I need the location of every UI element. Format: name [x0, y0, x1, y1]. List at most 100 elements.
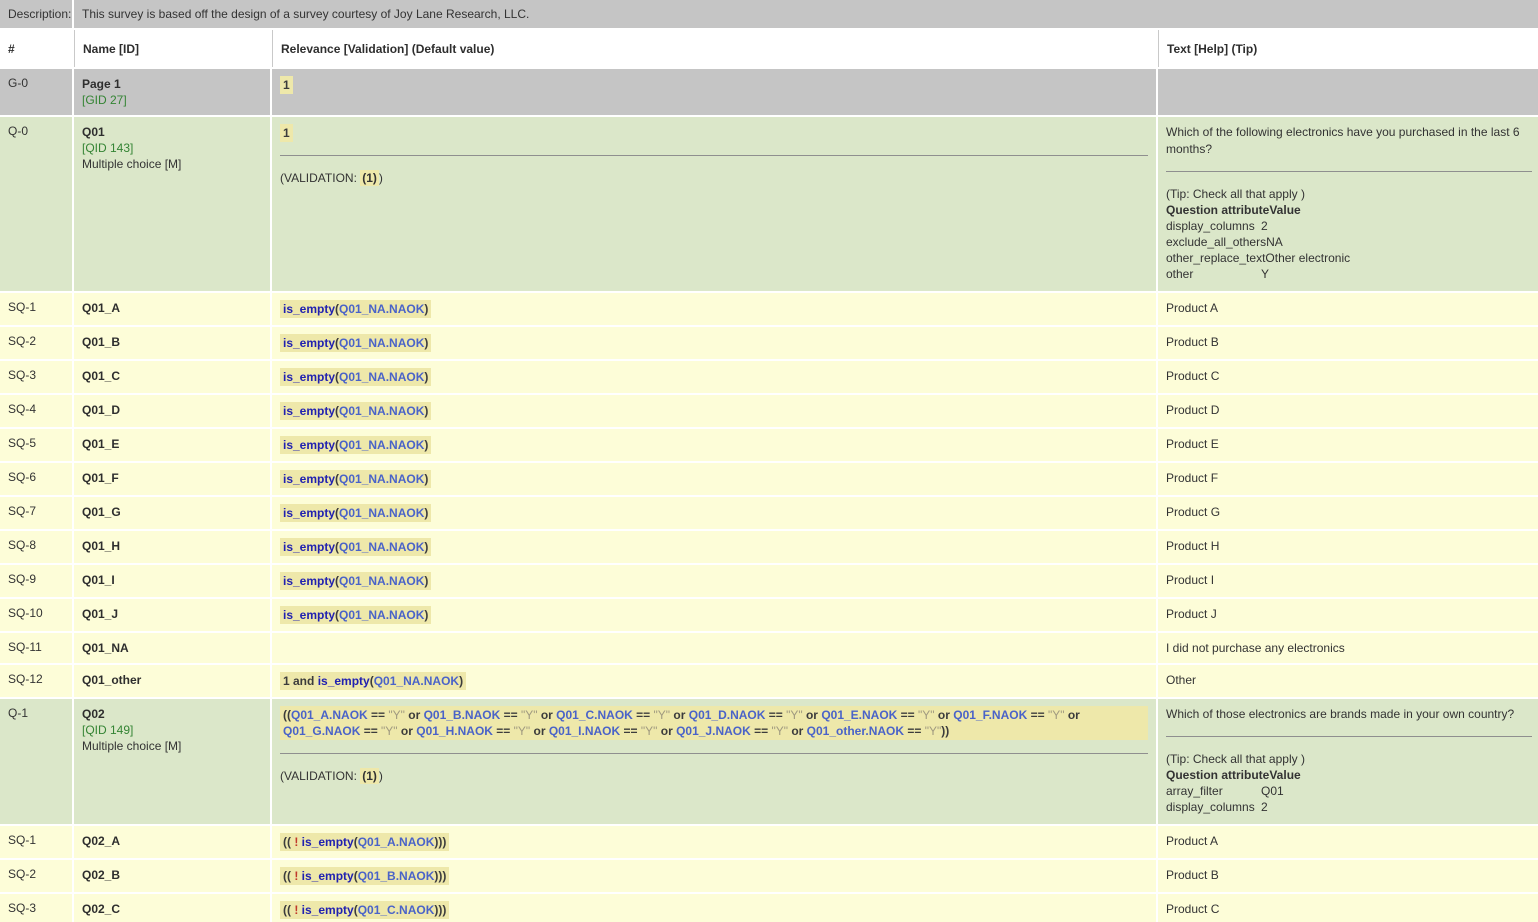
survey-logic-page: Description: This survey is based off th…	[0, 0, 1538, 922]
name-cell: Q01_F	[74, 463, 270, 495]
operator-token: 1	[283, 78, 290, 92]
attribute-row: exclude_all_othersNA	[1166, 234, 1532, 250]
operator-token: or	[405, 708, 424, 722]
function-token[interactable]: is_empty	[283, 540, 335, 554]
variable-token[interactable]: Q01_I.NAOK	[549, 724, 620, 738]
variable-token[interactable]: Q01_NA.NAOK	[339, 302, 424, 316]
question-id-link[interactable]: [QID 143]	[82, 140, 262, 156]
text-cell: Product H	[1158, 531, 1538, 563]
operator-token: )	[424, 438, 428, 452]
operator-token: or	[537, 708, 556, 722]
function-token[interactable]: is_empty	[283, 608, 335, 622]
variable-token[interactable]: Q01_C.NAOK	[556, 708, 633, 722]
variable-token[interactable]: Q01_C.NAOK	[358, 903, 435, 917]
text-cell: Other	[1158, 665, 1538, 697]
attribute-value: 2	[1261, 800, 1268, 814]
relevance-expression: is_empty(Q01_NA.NAOK)	[280, 402, 431, 420]
question-id-link[interactable]: [GID 27]	[82, 92, 262, 108]
operator-token: ((	[283, 708, 291, 722]
name-cell: Q01_D	[74, 395, 270, 427]
question-id-link[interactable]: [QID 149]	[82, 722, 262, 738]
relevance-expression: 1 and is_empty(Q01_NA.NAOK)	[280, 672, 466, 690]
variable-token[interactable]: Q01_NA.NAOK	[339, 574, 424, 588]
function-token[interactable]: is_empty	[318, 674, 370, 688]
relevance-expression: is_empty(Q01_NA.NAOK)	[280, 470, 431, 488]
variable-token[interactable]: Q01_G.NAOK	[283, 724, 360, 738]
question-code: Q01_J	[82, 606, 262, 622]
validation-value: (1)	[360, 768, 379, 784]
variable-token[interactable]: Q01_NA.NAOK	[339, 608, 424, 622]
question-text: Which of those electronics are brands ma…	[1166, 706, 1532, 723]
function-token[interactable]: is_empty	[302, 903, 354, 917]
attribute-header-name: Question attribute	[1166, 202, 1269, 218]
variable-token[interactable]: Q01_D.NAOK	[689, 708, 766, 722]
table-row: SQ-4Q01_Dis_empty(Q01_NA.NAOK)Product D	[0, 395, 1538, 427]
function-token[interactable]: is_empty	[283, 438, 335, 452]
subquestion-text: Product B	[1166, 334, 1532, 350]
variable-token[interactable]: Q01_NA.NAOK	[339, 438, 424, 452]
variable-token[interactable]: Q01_B.NAOK	[424, 708, 501, 722]
name-cell: Q01_G	[74, 497, 270, 529]
variable-token[interactable]: Q01_B.NAOK	[358, 869, 435, 883]
variable-token[interactable]: Q01_NA.NAOK	[339, 404, 424, 418]
attribute-value: Q01	[1261, 784, 1284, 798]
question-code: Q01_A	[82, 300, 262, 316]
variable-token[interactable]: Q01_NA.NAOK	[339, 506, 424, 520]
operator-token: ==	[500, 708, 521, 722]
question-code: Page 1	[82, 76, 262, 92]
relevance-cell: is_empty(Q01_NA.NAOK)	[272, 565, 1156, 597]
function-token[interactable]: is_empty	[283, 302, 335, 316]
function-token[interactable]: is_empty	[283, 506, 335, 520]
row-number: SQ-1	[0, 293, 72, 325]
string-token: "Y"	[918, 708, 935, 722]
variable-token[interactable]: Q01_A.NAOK	[358, 835, 435, 849]
relevance-expression: is_empty(Q01_NA.NAOK)	[280, 606, 431, 624]
string-token: "Y"	[388, 708, 405, 722]
function-token[interactable]: is_empty	[283, 336, 335, 350]
variable-token[interactable]: Q01_NA.NAOK	[339, 370, 424, 384]
operator-token: ==	[897, 708, 918, 722]
function-token[interactable]: is_empty	[302, 835, 354, 849]
relevance-separator	[280, 753, 1148, 754]
question-code: Q01	[82, 124, 262, 140]
operator-token: )	[424, 472, 428, 486]
string-token: "Y"	[521, 708, 538, 722]
variable-token[interactable]: Q01_J.NAOK	[676, 724, 751, 738]
relevance-expression: ((Q01_A.NAOK == "Y" or Q01_B.NAOK == "Y"…	[280, 706, 1148, 740]
variable-token[interactable]: Q01_NA.NAOK	[339, 472, 424, 486]
relevance-cell: 1(VALIDATION: (1))	[272, 117, 1156, 291]
function-token[interactable]: is_empty	[283, 370, 335, 384]
attribute-table-header: Question attributeValue	[1166, 767, 1532, 783]
name-cell: Q01_B	[74, 327, 270, 359]
operator-token: ==	[360, 724, 381, 738]
operator-token: 1 and	[283, 674, 318, 688]
variable-token[interactable]: Q01_A.NAOK	[291, 708, 368, 722]
attribute-name: display_columns	[1166, 799, 1261, 815]
operator-token: ((	[283, 903, 294, 917]
attribute-header-value: Value	[1269, 203, 1300, 217]
function-token[interactable]: is_empty	[283, 472, 335, 486]
variable-token[interactable]: Q01_NA.NAOK	[374, 674, 459, 688]
variable-token[interactable]: Q01_NA.NAOK	[339, 540, 424, 554]
attribute-value: Y	[1261, 267, 1269, 281]
attribute-header-name: Question attribute	[1166, 767, 1269, 783]
function-token[interactable]: is_empty	[283, 574, 335, 588]
variable-token[interactable]: Q01_NA.NAOK	[339, 336, 424, 350]
row-number: G-0	[0, 69, 72, 115]
relevance-cell: is_empty(Q01_NA.NAOK)	[272, 429, 1156, 461]
variable-token[interactable]: Q01_F.NAOK	[953, 708, 1027, 722]
attribute-row: array_filterQ01	[1166, 783, 1532, 799]
operator-token: or	[788, 724, 807, 738]
question-code: Q01_B	[82, 334, 262, 350]
function-token[interactable]: is_empty	[283, 404, 335, 418]
variable-token[interactable]: Q01_other.NAOK	[807, 724, 904, 738]
question-code: Q02_B	[82, 867, 262, 883]
operator-token: )))	[434, 903, 446, 917]
subquestion-text: I did not purchase any electronics	[1166, 640, 1532, 656]
question-code: Q01_other	[82, 672, 262, 688]
row-number: Q-1	[0, 699, 72, 824]
function-token[interactable]: is_empty	[302, 869, 354, 883]
variable-token[interactable]: Q01_E.NAOK	[821, 708, 897, 722]
attribute-value: 2	[1261, 219, 1268, 233]
variable-token[interactable]: Q01_H.NAOK	[416, 724, 493, 738]
